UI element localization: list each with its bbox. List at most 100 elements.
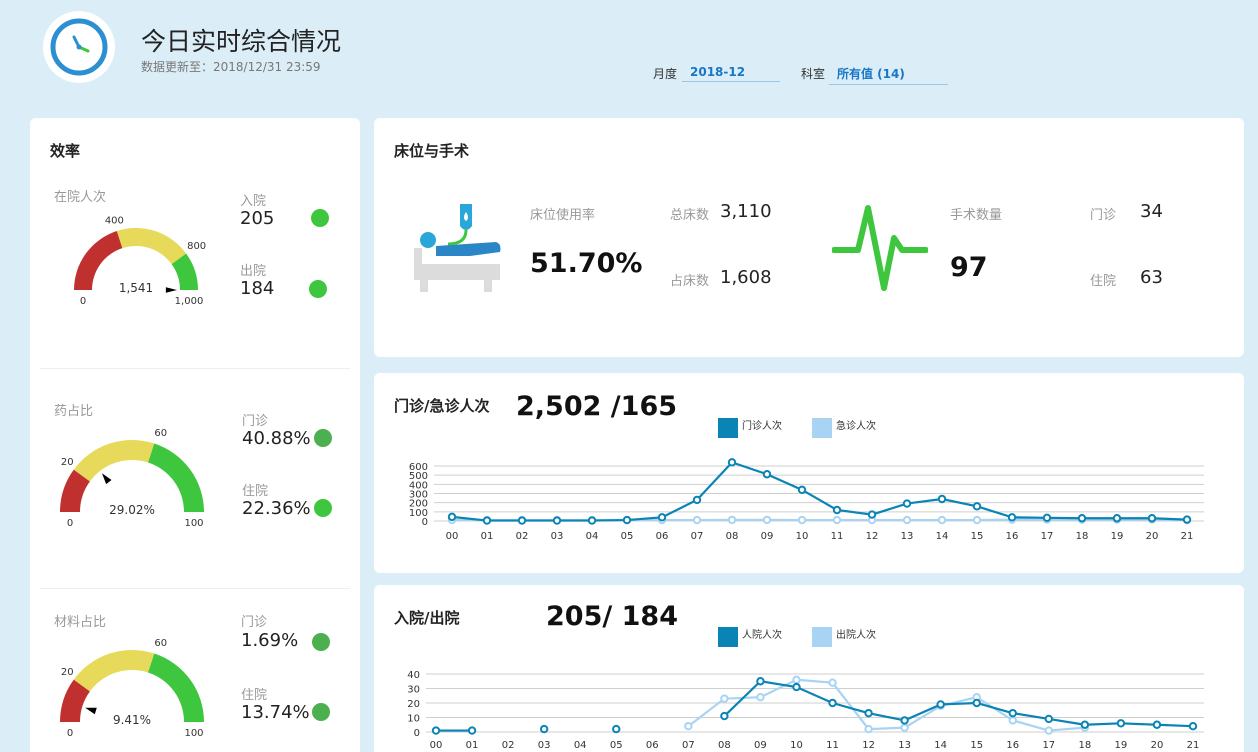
data-point (622, 515, 632, 525)
data-point (867, 510, 877, 519)
occupied-beds-label: 占床数 (670, 274, 710, 289)
x-tick-label: 19 (1115, 740, 1128, 751)
data-point (1116, 719, 1126, 728)
gauge-label: 在院人次 (54, 190, 107, 205)
data-point (832, 515, 842, 525)
data-point (727, 458, 737, 467)
x-tick-label: 06 (656, 531, 669, 542)
data-point (972, 502, 982, 511)
x-tick-label: 21 (1181, 531, 1194, 542)
total-beds-value: 3,110 (720, 201, 772, 222)
outpatient-material-value: 1.69% (241, 630, 299, 651)
data-point (762, 515, 772, 525)
x-tick-label: 08 (718, 740, 731, 751)
data-point (972, 698, 981, 708)
surgery-count-value: 97 (950, 252, 988, 283)
x-tick-label: 01 (466, 740, 479, 751)
gauge-min-label: 0 (67, 728, 73, 736)
x-tick-label: 21 (1187, 740, 1200, 751)
legend-swatch (812, 418, 832, 438)
outpatient-emergency-chart: 010020030040050060000 01 02 03 04 05 06 07 08 09 1… (409, 418, 1204, 542)
divider (40, 588, 350, 589)
x-tick-label: 17 (1042, 740, 1055, 751)
update-timestamp: 数据更新至：2018/12/31 23:59 (141, 60, 321, 74)
filter-department-select[interactable]: 所有值 (14) (829, 65, 948, 85)
surgery-inpatient-label: 住院 (1090, 274, 1117, 289)
legend-swatch (718, 418, 738, 438)
data-point (720, 711, 729, 721)
data-point (756, 693, 765, 702)
data-point (797, 515, 807, 525)
x-tick-label: 10 (790, 740, 803, 751)
gauge-band-mid (116, 228, 187, 265)
x-tick-label: 05 (621, 531, 634, 542)
data-point (447, 512, 457, 522)
surgery-inpatient-value: 63 (1140, 267, 1163, 288)
gauge-threshold-label: 400 (105, 215, 124, 226)
gauge-band-high (148, 443, 204, 512)
x-tick-label: 01 (481, 531, 494, 542)
data-point (552, 516, 562, 525)
x-tick-label: 09 (754, 740, 767, 751)
total-beds-label: 总床数 (670, 208, 710, 223)
gauge-threshold-label: 800 (187, 241, 206, 252)
x-tick-label: 04 (574, 740, 587, 751)
heartbeat-icon (832, 205, 928, 291)
gauge-max-label: 100 (184, 518, 203, 526)
data-point (1008, 716, 1017, 725)
inpatient-drug-status-dot (314, 499, 332, 517)
data-point (1080, 720, 1090, 729)
x-tick-label: 18 (1076, 531, 1089, 542)
gauge-threshold-label: 20 (61, 667, 74, 678)
inpatient-material-value: 13.74% (241, 702, 310, 723)
data-point (900, 723, 909, 732)
data-point (762, 470, 772, 479)
gauge-pointer (165, 287, 177, 293)
x-tick-label: 14 (936, 531, 949, 542)
filter-department-label: 科室 (801, 67, 826, 81)
hospital-bed-icon (414, 204, 501, 292)
outpatient-material-status-dot (312, 633, 330, 651)
inpatient-material-status-dot (312, 703, 330, 721)
data-point (692, 495, 702, 505)
gauge-pointer (101, 473, 112, 485)
y-tick-label: 0 (414, 728, 420, 739)
data-point (1147, 514, 1157, 523)
data-point (936, 700, 945, 709)
gauge-threshold-label: 20 (61, 457, 74, 468)
x-tick-label: 02 (516, 531, 529, 542)
filter-month-select[interactable]: 2018-12 (682, 65, 780, 82)
data-point (902, 499, 912, 508)
discharge-label: 出院 (240, 264, 267, 279)
legend-swatch (718, 627, 738, 647)
admission-label: 入院 (240, 194, 267, 209)
beds-surgery-title: 床位与手术 (394, 142, 470, 160)
legend-label: 门诊人次 (742, 419, 782, 432)
filter-month-label: 月度 (653, 67, 678, 81)
x-tick-label: 10 (796, 531, 809, 542)
gauge-threshold-label: 60 (154, 638, 167, 649)
data-point (692, 515, 702, 525)
legend-label: 出院人次 (836, 628, 876, 641)
legend-label: 人院人次 (742, 628, 782, 641)
x-tick-label: 06 (646, 740, 659, 751)
gauge-inpatient: 0 1,000 400 800 1,541 (74, 215, 206, 306)
data-point (517, 516, 527, 525)
surgery-outpatient-value: 34 (1140, 201, 1163, 222)
page-title: 今日实时综合情况 (141, 27, 342, 56)
surgery-outpatient-label: 门诊 (1090, 208, 1117, 223)
data-point (587, 516, 597, 525)
series-line (687, 678, 1085, 732)
data-point (1152, 720, 1162, 729)
gauge-value: 29.02% (109, 503, 155, 517)
gauge-material-ratio: 0 100 20 60 9.41% (60, 638, 204, 736)
outpatient-drug-status-dot (314, 429, 332, 447)
data-point (539, 724, 549, 734)
data-point (1044, 714, 1054, 724)
data-point (832, 505, 842, 515)
x-tick-label: 19 (1111, 531, 1124, 542)
x-tick-label: 03 (538, 740, 551, 751)
data-point (797, 485, 807, 495)
gauge-pointer (85, 707, 97, 715)
x-tick-label: 20 (1146, 531, 1159, 542)
